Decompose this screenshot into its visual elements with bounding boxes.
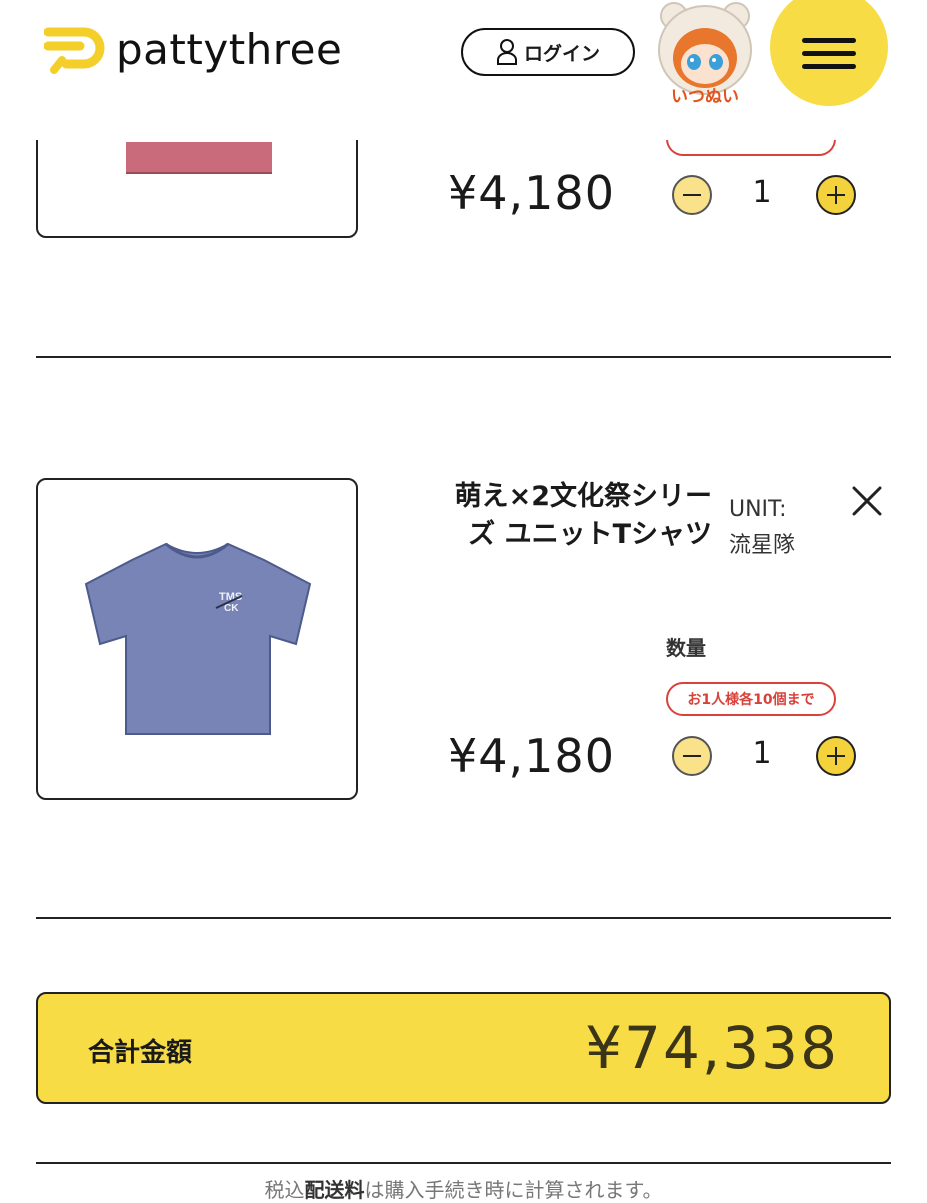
product-name-line-1: 萌え×2文化祭シリー xyxy=(454,481,712,512)
product-image-2[interactable]: TMS CK xyxy=(36,478,358,800)
logo-text: pattythree xyxy=(116,25,343,74)
quantity-value: 1 xyxy=(752,175,772,210)
quantity-label: 数量 xyxy=(666,636,706,660)
site-header: pattythree ログイン いつぬい xyxy=(0,0,927,140)
divider xyxy=(36,917,891,919)
item-price: ¥4,180 xyxy=(448,166,615,220)
remove-item-button[interactable] xyxy=(848,482,886,520)
product-name-line-2: ズ ユニットTシャツ xyxy=(468,519,712,550)
note-prefix: 税込 xyxy=(264,1178,305,1202)
minus-icon xyxy=(683,194,701,196)
product-illustration xyxy=(126,142,272,174)
item-price: ¥4,180 xyxy=(448,729,615,783)
avatar-caption: いつぬい xyxy=(671,87,739,107)
shirt-print-bottom: CK xyxy=(224,603,239,614)
quantity-decrease-button[interactable] xyxy=(672,736,712,776)
login-label: ログイン xyxy=(523,42,600,65)
note-suffix: は購入手続き時に計算されます。 xyxy=(364,1178,663,1202)
user-icon xyxy=(496,39,517,65)
divider xyxy=(36,1162,891,1164)
quantity-decrease-button[interactable] xyxy=(672,175,712,215)
product-name[interactable]: 萌え×2文化祭シリー ズ ユニットTシャツ xyxy=(400,478,712,554)
close-icon xyxy=(852,486,882,516)
total-value: ¥74,338 xyxy=(585,1014,839,1082)
avatar[interactable]: いつぬい xyxy=(652,0,758,108)
order-total: 合計金額 ¥74,338 xyxy=(36,992,891,1104)
variant-value: 流星隊 xyxy=(729,533,796,558)
site-logo[interactable]: pattythree xyxy=(44,26,342,74)
purchase-limit-badge: お1人様各10個まで xyxy=(666,682,836,716)
note-bold: 配送料 xyxy=(304,1178,365,1202)
variant-info: UNIT: 流星隊 xyxy=(729,492,795,564)
hamburger-icon xyxy=(802,30,856,77)
tshirt-illustration: TMS CK xyxy=(84,542,312,735)
divider xyxy=(36,356,891,358)
minus-icon xyxy=(683,755,701,757)
quantity-increase-button[interactable] xyxy=(816,736,856,776)
menu-button[interactable] xyxy=(770,0,888,106)
logo-mark-icon xyxy=(44,27,105,74)
login-button[interactable]: ログイン xyxy=(461,28,635,76)
shipping-note: 税込配送料は購入手続き時に計算されます。 xyxy=(0,1174,927,1203)
quantity-value: 1 xyxy=(752,736,772,771)
total-label: 合計金額 xyxy=(88,1038,193,1068)
variant-key: UNIT: xyxy=(729,497,787,522)
quantity-increase-button[interactable] xyxy=(816,175,856,215)
